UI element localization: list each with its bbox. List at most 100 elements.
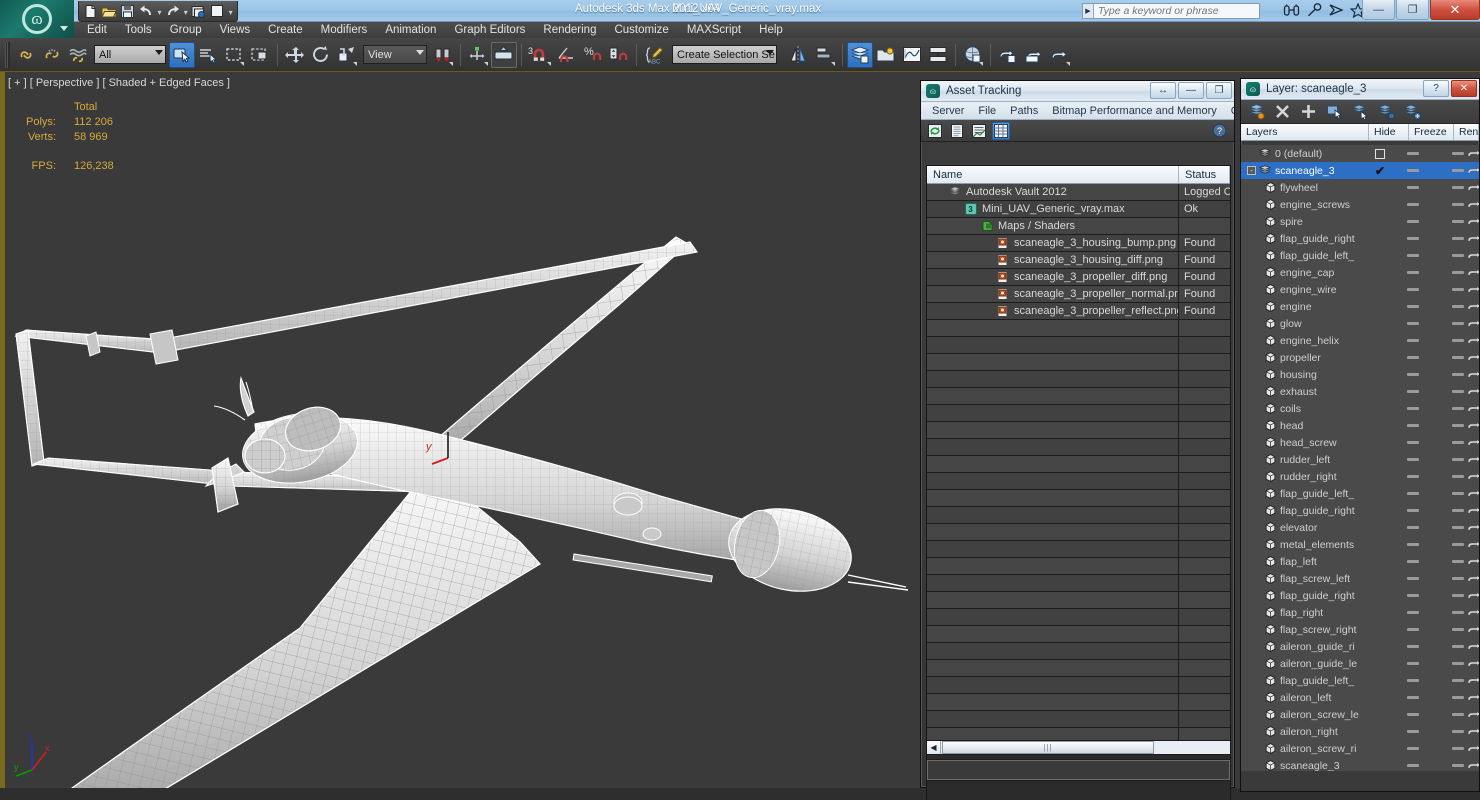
flyout-arrow-icon[interactable]	[831, 61, 835, 66]
spinner-snap-toggle-icon[interactable]	[606, 42, 632, 68]
flyout-arrow-icon[interactable]	[240, 61, 244, 66]
asset-name-cell[interactable]	[927, 439, 1179, 455]
table-row-empty[interactable]	[927, 643, 1230, 660]
layer-active-cell[interactable]	[1369, 621, 1391, 638]
table-row-empty[interactable]	[927, 388, 1230, 405]
toggle-dash-icon[interactable]	[1407, 424, 1419, 427]
toggle-dash-icon[interactable]	[1407, 679, 1419, 682]
toggle-dash-icon[interactable]	[1407, 696, 1419, 699]
toggle-dash-icon[interactable]	[1407, 169, 1419, 172]
layer-render-cell[interactable]	[1463, 247, 1479, 264]
toggle-dash-icon[interactable]	[1407, 611, 1419, 614]
layer-active-cell[interactable]: ✔	[1369, 162, 1391, 179]
layer-table-body[interactable]: 0 (default) - scaneagle_3 ✔ flywheel engine_s…	[1241, 145, 1479, 771]
toggle-dash-icon[interactable]	[1407, 764, 1419, 767]
asset-name-cell[interactable]	[927, 541, 1179, 557]
subscription-icon[interactable]	[1327, 2, 1344, 19]
column-header-hide[interactable]: Hide	[1369, 124, 1409, 140]
asset-name-cell[interactable]	[927, 575, 1179, 591]
wrench-icon[interactable]	[1305, 2, 1322, 19]
asset-tracking-titlebar[interactable]: ɷ Asset Tracking ↔ — ❐	[921, 81, 1234, 102]
layer-render-cell[interactable]	[1463, 196, 1479, 213]
menu-item-rendering[interactable]: Rendering	[534, 22, 605, 38]
toggle-dash-icon[interactable]	[1407, 322, 1419, 325]
asset-name-cell[interactable]: Autodesk Vault 2012	[927, 184, 1179, 200]
layer-hide-cell[interactable]	[1393, 281, 1433, 298]
layer-hide-cell[interactable]	[1393, 315, 1433, 332]
layer-object-row[interactable]: engine	[1241, 298, 1479, 315]
table-row[interactable]: Maps / Shaders	[927, 218, 1230, 235]
toggle-dash-icon[interactable]	[1407, 237, 1419, 240]
table-row[interactable]: scaneagle_3_propeller_reflect.png Found	[927, 303, 1230, 320]
asset-horizontal-scrollbar[interactable]: ◀ |||	[926, 740, 1231, 755]
layer-name-cell[interactable]: flap_guide_right	[1241, 590, 1369, 602]
asset-name-cell[interactable]	[927, 626, 1179, 642]
layer-help-button[interactable]: ?	[1423, 80, 1449, 97]
table-row-empty[interactable]	[927, 320, 1230, 337]
layer-object-row[interactable]: metal_elements	[1241, 536, 1479, 553]
table-row-empty[interactable]	[927, 507, 1230, 524]
layer-render-cell[interactable]	[1463, 417, 1479, 434]
layer-render-cell[interactable]	[1463, 383, 1479, 400]
layer-hide-cell[interactable]	[1393, 451, 1433, 468]
layer-name-cell[interactable]: flap_guide_right	[1241, 505, 1369, 517]
minimize-button[interactable]: —	[1362, 0, 1395, 20]
table-row-empty[interactable]	[927, 439, 1230, 456]
layer-name-cell[interactable]: flap_screw_left	[1241, 573, 1369, 585]
toggle-dash-icon[interactable]	[1407, 152, 1419, 155]
scroll-left-icon[interactable]: ◀	[927, 741, 941, 754]
table-row-empty[interactable]	[927, 677, 1230, 694]
resize-handle-icon[interactable]: ↔	[1150, 82, 1176, 99]
chevron-down-icon[interactable]	[155, 50, 163, 55]
table-row-empty[interactable]	[927, 626, 1230, 643]
table-row-empty[interactable]	[927, 337, 1230, 354]
layer-render-cell[interactable]	[1463, 672, 1479, 689]
asset-name-cell[interactable]	[927, 388, 1179, 404]
menu-item-group[interactable]: Group	[161, 22, 211, 38]
asset-name-cell[interactable]: scaneagle_3_housing_diff.png	[927, 252, 1179, 268]
toggle-dash-icon[interactable]	[1407, 203, 1419, 206]
flyout-arrow-icon[interactable]	[484, 61, 488, 66]
list-view-icon[interactable]	[948, 122, 966, 140]
layer-name-cell[interactable]: flap_guide_right	[1241, 233, 1369, 245]
layer-active-cell[interactable]	[1369, 502, 1391, 519]
layer-object-row[interactable]: flywheel	[1241, 179, 1479, 196]
layer-object-row[interactable]: elevator	[1241, 519, 1479, 536]
column-header-layers[interactable]: Layers	[1241, 124, 1369, 140]
chevron-down-icon[interactable]	[416, 50, 424, 55]
toggle-dash-icon[interactable]	[1407, 560, 1419, 563]
layer-active-cell[interactable]	[1369, 400, 1391, 417]
asset-name-cell[interactable]	[927, 456, 1179, 472]
menu-item-tools[interactable]: Tools	[116, 22, 161, 38]
layer-object-row[interactable]: engine_screws	[1241, 196, 1479, 213]
layer-render-cell[interactable]	[1463, 757, 1479, 771]
add-selected-objects-to-layer-icon[interactable]	[1299, 102, 1318, 121]
asset-name-cell[interactable]: scaneagle_3_housing_bump.png	[927, 235, 1179, 251]
toggle-dash-icon[interactable]	[1407, 645, 1419, 648]
layer-name-cell[interactable]: aileron_right	[1241, 726, 1369, 738]
layer-active-cell[interactable]	[1369, 332, 1391, 349]
menu-item-edit[interactable]: Edit	[78, 22, 116, 38]
window-crossing-icon[interactable]	[247, 42, 273, 68]
render-setup-icon[interactable]	[995, 42, 1021, 68]
asset-name-cell[interactable]	[927, 660, 1179, 676]
menu-item-graph-editors[interactable]: Graph Editors	[445, 22, 534, 38]
asset-name-cell[interactable]: scaneagle_3_propeller_reflect.png	[927, 303, 1179, 319]
percent-snap-toggle-icon[interactable]: %	[580, 42, 606, 68]
toggle-dash-icon[interactable]	[1407, 186, 1419, 189]
align-flyout-icon[interactable]	[812, 42, 838, 68]
layer-hide-cell[interactable]	[1393, 179, 1433, 196]
layer-active-cell[interactable]	[1369, 196, 1391, 213]
edit-named-selection-sets-icon[interactable]: ABC	[641, 42, 667, 68]
layer-hide-cell[interactable]	[1393, 621, 1433, 638]
layer-hide-cell[interactable]	[1393, 502, 1433, 519]
menu-item-modifiers[interactable]: Modifiers	[312, 22, 377, 38]
layer-object-row[interactable]: aileron_screw_ri	[1241, 740, 1479, 757]
toggle-dash-icon[interactable]	[1407, 339, 1419, 342]
layer-name-cell[interactable]: aileron_guide_le	[1241, 658, 1369, 670]
layer-object-row[interactable]: coils	[1241, 400, 1479, 417]
layer-active-cell[interactable]	[1369, 298, 1391, 315]
layer-render-cell[interactable]	[1463, 264, 1479, 281]
curve-editor-icon[interactable]	[899, 42, 925, 68]
layer-manager-titlebar[interactable]: ɷ Layer: scaneagle_3 ? ✕	[1241, 79, 1479, 100]
